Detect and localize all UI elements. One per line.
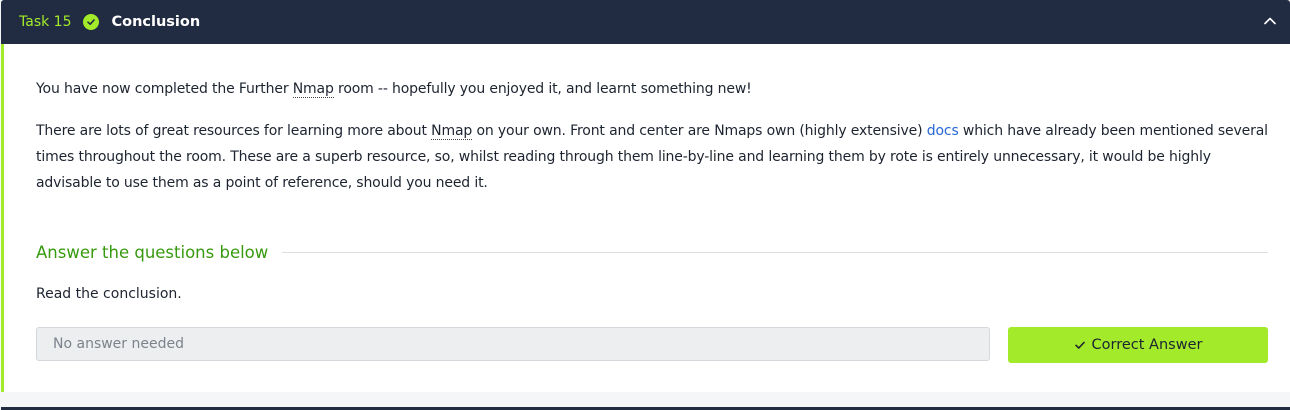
- question-text: Read the conclusion.: [36, 286, 182, 302]
- resources-paragraph: There are lots of great resources for le…: [36, 123, 1268, 191]
- intro-paragraph: You have now completed the Further Nmap …: [36, 81, 752, 98]
- check-icon: [1074, 339, 1086, 351]
- answer-heading: Answer the questions below: [36, 242, 269, 262]
- docs-link[interactable]: docs: [927, 123, 959, 139]
- task-card: Task 15 Conclusion You have now complete…: [1, 0, 1290, 410]
- nmap-abbr: Nmap: [292, 81, 334, 98]
- answer-input[interactable]: [36, 327, 990, 361]
- nmap-abbr: Nmap: [431, 123, 473, 140]
- task-number: Task 15: [19, 14, 72, 30]
- check-circle-icon: [83, 14, 100, 30]
- chevron-up-icon[interactable]: [1262, 13, 1278, 29]
- answer-section-header: Answer the questions below: [36, 239, 1268, 265]
- task-title: Conclusion: [111, 14, 201, 30]
- divider: [282, 251, 1268, 253]
- correct-answer-label: Correct Answer: [1091, 337, 1203, 353]
- task-header[interactable]: Task 15 Conclusion: [1, 0, 1290, 44]
- task-body: You have now completed the Further Nmap …: [1, 44, 1290, 392]
- correct-answer-button[interactable]: Correct Answer: [1008, 327, 1268, 363]
